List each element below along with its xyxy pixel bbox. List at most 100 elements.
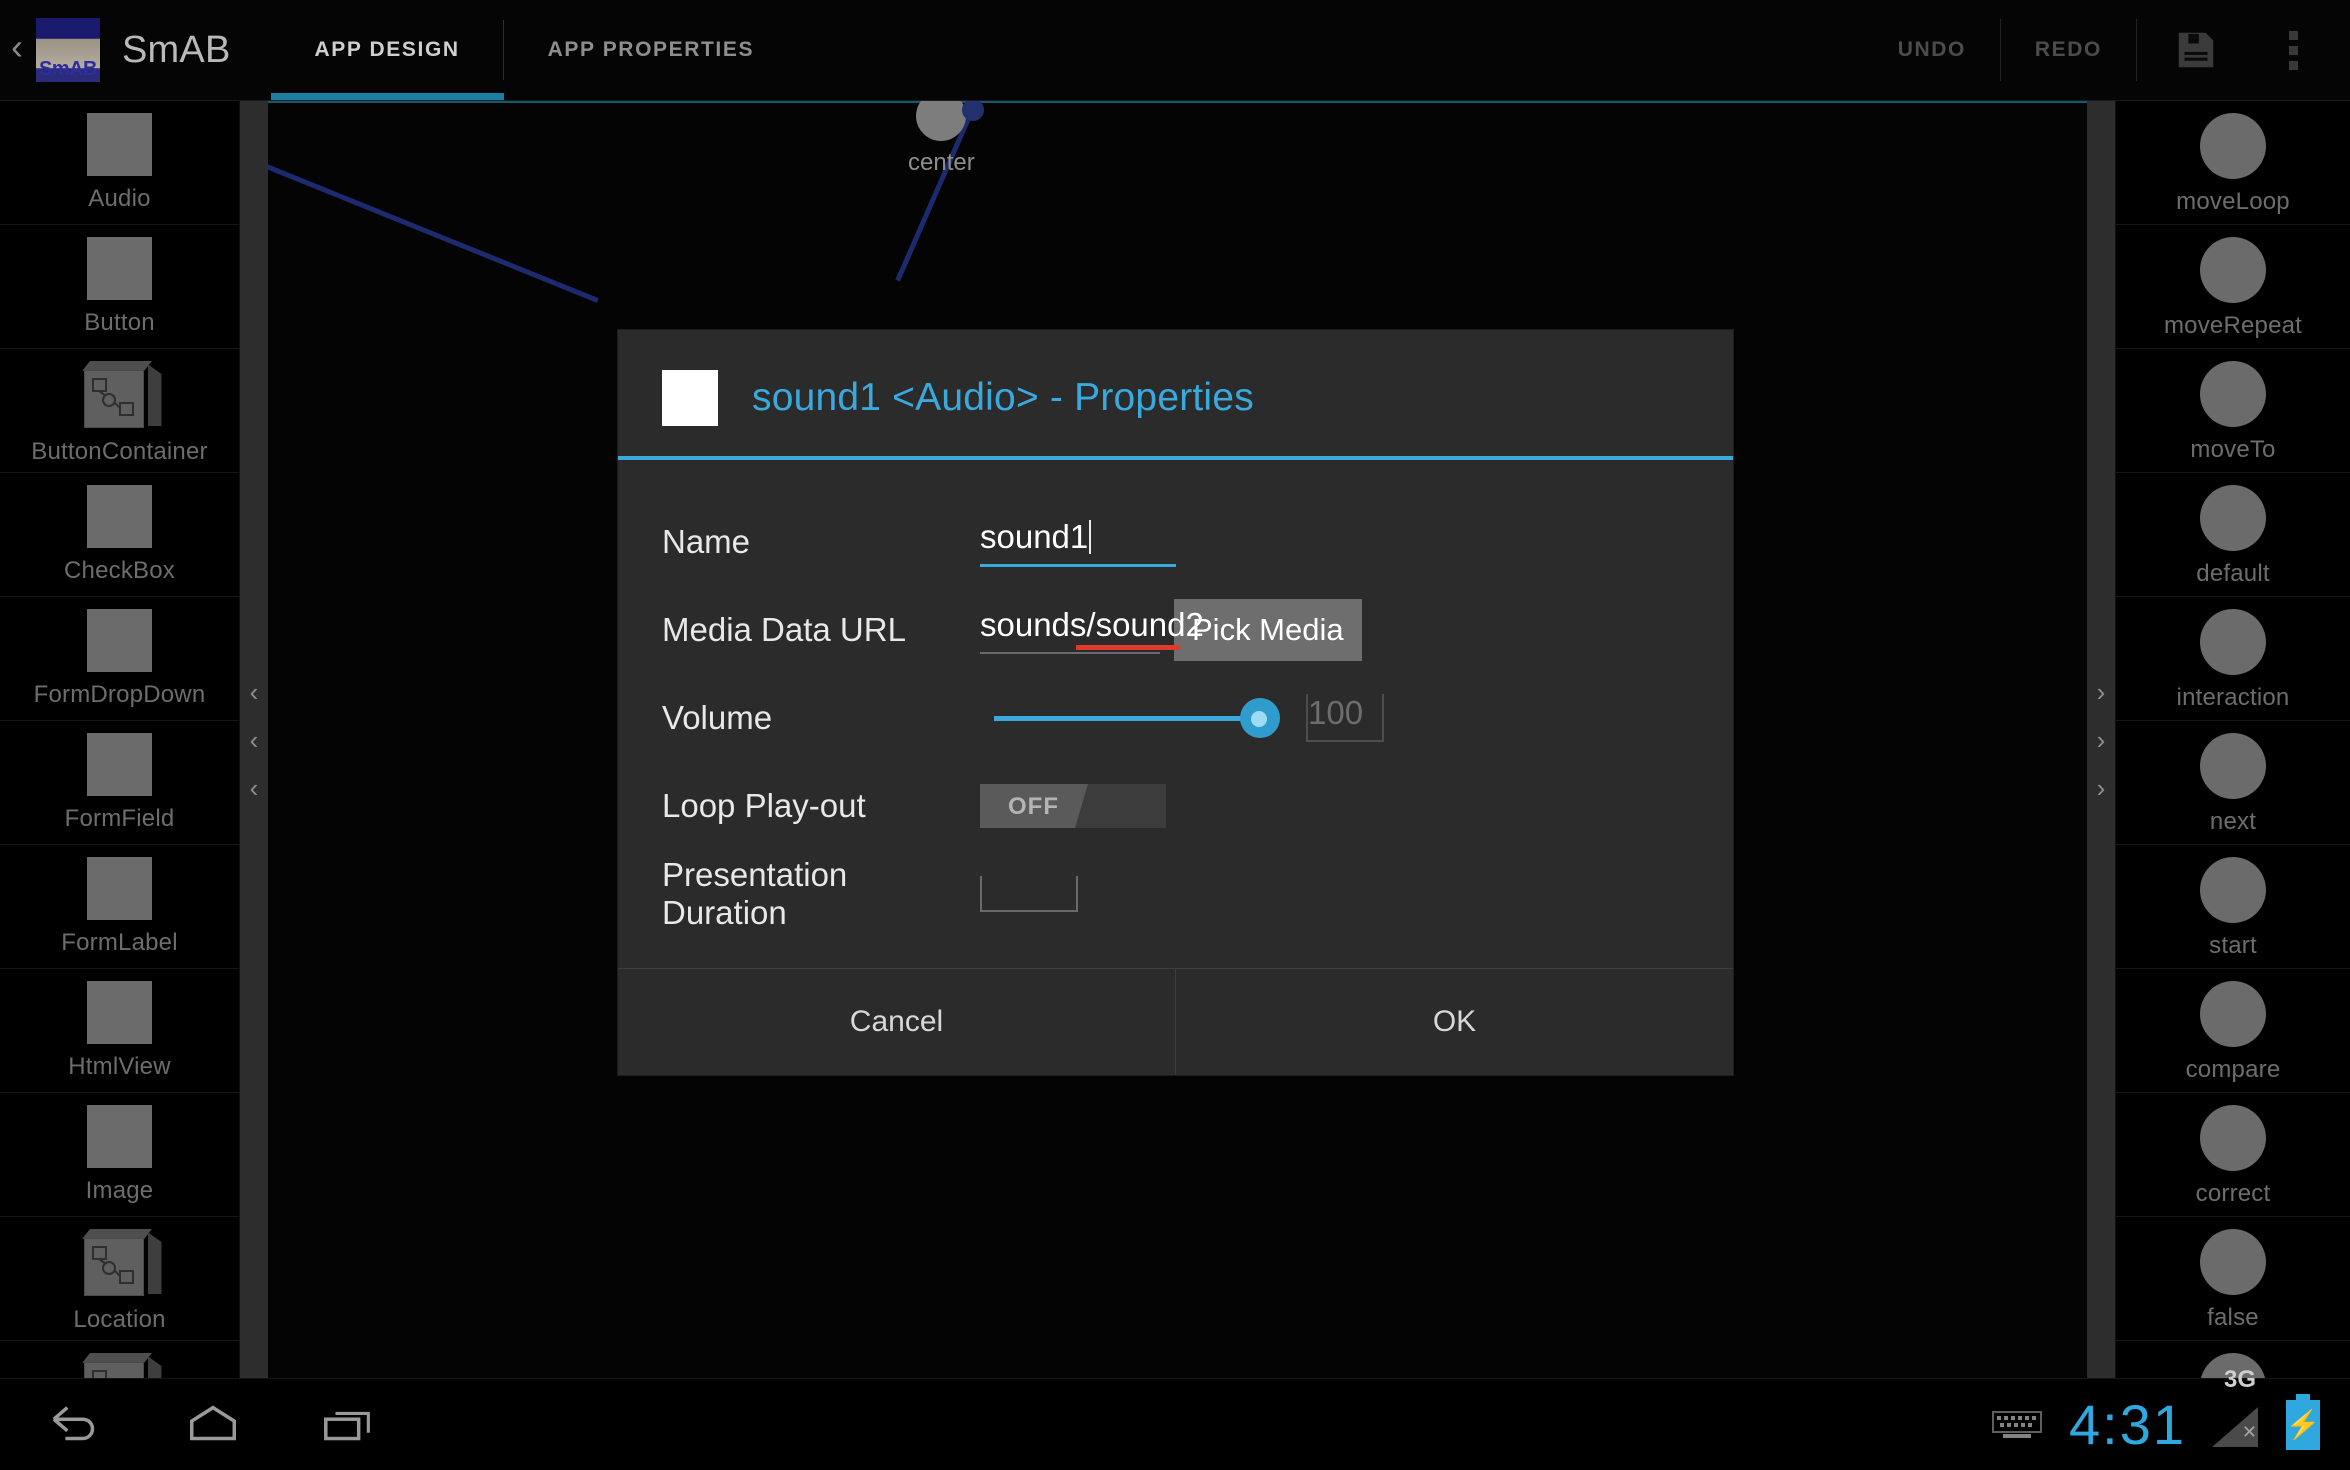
- square-thumb-icon: [87, 485, 152, 548]
- text-caret: [1089, 519, 1092, 554]
- right-behaviour-palette[interactable]: moveLoop moveRepeat moveTo default interacti…: [2115, 101, 2350, 1378]
- palette-item-htmlview[interactable]: HtmlView: [0, 969, 239, 1093]
- loop-playout-toggle[interactable]: OFF: [980, 784, 1166, 828]
- palette-item-label: Location: [73, 1306, 166, 1333]
- app-logo[interactable]: SmAB: [36, 18, 100, 82]
- palette-item-buttoncontainer[interactable]: ButtonContainer: [0, 349, 239, 473]
- volume-slider[interactable]: [994, 698, 1280, 738]
- toolbar-actions: UNDO REDO: [1864, 0, 2350, 100]
- toggle-state-label: OFF: [1008, 793, 1059, 820]
- collapse-chevron-left-icon[interactable]: ‹: [250, 727, 259, 753]
- circle-node-icon: [2200, 1229, 2266, 1295]
- palette-item-label: correct: [2195, 1180, 2271, 1207]
- dialog-form: Name sound1 Media Data URL sounds/sound2…: [618, 460, 1733, 968]
- back-arrow-icon[interactable]: [48, 1403, 106, 1447]
- square-thumb-icon: [87, 609, 152, 672]
- media-url-input-value: sounds/sound2: [980, 606, 1204, 643]
- square-thumb-icon: [87, 981, 152, 1044]
- square-thumb-icon: [87, 113, 152, 176]
- palette-item-checkbox[interactable]: CheckBox: [0, 473, 239, 597]
- cancel-button[interactable]: Cancel: [618, 969, 1175, 1075]
- spellcheck-underline: [1076, 645, 1180, 650]
- network-type-wrap: 3G ⚡: [2224, 1366, 2320, 1450]
- undo-button[interactable]: UNDO: [1864, 19, 2000, 81]
- keyboard-icon[interactable]: [1991, 1410, 2043, 1440]
- palette-item-moverepeat[interactable]: moveRepeat: [2116, 225, 2350, 349]
- system-navigation-bar: 4:31 ✕ 3G ⚡: [0, 1366, 2350, 1470]
- collapse-chevron-right-icon[interactable]: ›: [2097, 679, 2106, 705]
- tab-bar: APP DESIGN APP PROPERTIES: [270, 0, 799, 100]
- logo-text: SmAB: [38, 58, 98, 80]
- left-collapse-chevrons: ‹ ‹ ‹: [240, 679, 268, 801]
- redo-button[interactable]: REDO: [2001, 19, 2136, 81]
- kebab-menu-icon[interactable]: [2255, 30, 2324, 70]
- collapse-chevron-right-icon[interactable]: ›: [2097, 727, 2106, 753]
- left-panel-collapse-rail[interactable]: ‹ ‹ ‹: [240, 101, 268, 1378]
- palette-item-label: CheckBox: [64, 557, 175, 584]
- dialog-footer: Cancel OK: [618, 968, 1733, 1075]
- tab-app-design[interactable]: APP DESIGN: [270, 0, 504, 100]
- palette-item-start[interactable]: start: [2116, 845, 2350, 969]
- circle-node-icon: [2200, 609, 2266, 675]
- tab-app-design-label: APP DESIGN: [314, 38, 460, 61]
- dialog-header: sound1 <Audio> - Properties: [618, 330, 1733, 456]
- palette-item-moveloop[interactable]: moveLoop: [2116, 101, 2350, 225]
- palette-item-label: ButtonContainer: [31, 438, 208, 465]
- palette-item-label: compare: [2185, 1056, 2281, 1083]
- palette-item-formlabel[interactable]: FormLabel: [0, 845, 239, 969]
- square-thumb-icon: [87, 857, 152, 920]
- name-input[interactable]: sound1: [980, 518, 1176, 567]
- palette-item-button[interactable]: Button: [0, 225, 239, 349]
- circle-node-icon: [2200, 1105, 2266, 1171]
- palette-item-image[interactable]: Image: [0, 1093, 239, 1217]
- left-component-palette[interactable]: Audio Button ButtonContainer CheckBox FormDr…: [0, 101, 240, 1378]
- ok-button[interactable]: OK: [1175, 969, 1733, 1075]
- presentation-duration-input[interactable]: [980, 876, 1078, 912]
- save-button[interactable]: [2137, 27, 2255, 73]
- app-root: ‹ SmAB SmAB APP DESIGN APP PROPERTIES UN…: [0, 0, 2350, 1470]
- recent-apps-icon[interactable]: [320, 1403, 378, 1447]
- app-title: SmAB: [122, 28, 231, 71]
- palette-item-label: Audio: [88, 185, 151, 212]
- palette-item-correct[interactable]: correct: [2116, 1093, 2350, 1217]
- palette-item-label: FormDropDown: [33, 681, 206, 708]
- palette-item-partial-10[interactable]: [0, 1341, 239, 1378]
- volume-slider-knob[interactable]: [1251, 711, 1267, 727]
- palette-item-label: FormField: [64, 805, 175, 832]
- kebab-dot: [2289, 45, 2298, 55]
- status-clock: 4:31: [2069, 1393, 2186, 1456]
- kebab-dot: [2289, 60, 2298, 70]
- circle-node-icon: [2200, 857, 2266, 923]
- home-icon[interactable]: [184, 1403, 242, 1447]
- field-label-volume: Volume: [662, 699, 773, 736]
- palette-item-label: interaction: [2176, 684, 2290, 711]
- field-row-volume: Volume 100: [618, 674, 1733, 762]
- palette-item-compare[interactable]: compare: [2116, 969, 2350, 1093]
- field-row-media-url: Media Data URL sounds/sound2 Pick Media: [618, 586, 1733, 674]
- collapse-chevron-left-icon[interactable]: ‹: [250, 775, 259, 801]
- volume-slider-track: [994, 716, 1276, 721]
- palette-item-audio[interactable]: Audio: [0, 101, 239, 225]
- volume-value-input[interactable]: 100: [1306, 694, 1384, 742]
- palette-item-interaction[interactable]: interaction: [2116, 597, 2350, 721]
- palette-item-default[interactable]: default: [2116, 473, 2350, 597]
- palette-item-moveto[interactable]: moveTo: [2116, 349, 2350, 473]
- collapse-chevron-right-icon[interactable]: ›: [2097, 775, 2106, 801]
- palette-item-label: FormLabel: [61, 929, 178, 956]
- palette-item-location[interactable]: Location: [0, 1217, 239, 1341]
- media-url-input[interactable]: sounds/sound2: [980, 606, 1204, 654]
- cube-container-icon: [78, 1353, 162, 1378]
- palette-item-next[interactable]: next: [2116, 721, 2350, 845]
- right-panel-collapse-rail[interactable]: › › ›: [2087, 101, 2115, 1378]
- palette-item-formdropdown[interactable]: FormDropDown: [0, 597, 239, 721]
- name-input-value: sound1: [980, 517, 1089, 555]
- collapse-chevron-left-icon[interactable]: ‹: [250, 679, 259, 705]
- dialog-color-swatch[interactable]: [662, 370, 718, 426]
- back-chevron-icon[interactable]: ‹: [0, 0, 34, 100]
- palette-item-false[interactable]: false: [2116, 1217, 2350, 1341]
- cube-container-icon: [78, 1229, 162, 1297]
- circle-node-icon: [2200, 361, 2266, 427]
- palette-item-formfield[interactable]: FormField: [0, 721, 239, 845]
- tab-app-properties[interactable]: APP PROPERTIES: [504, 0, 798, 100]
